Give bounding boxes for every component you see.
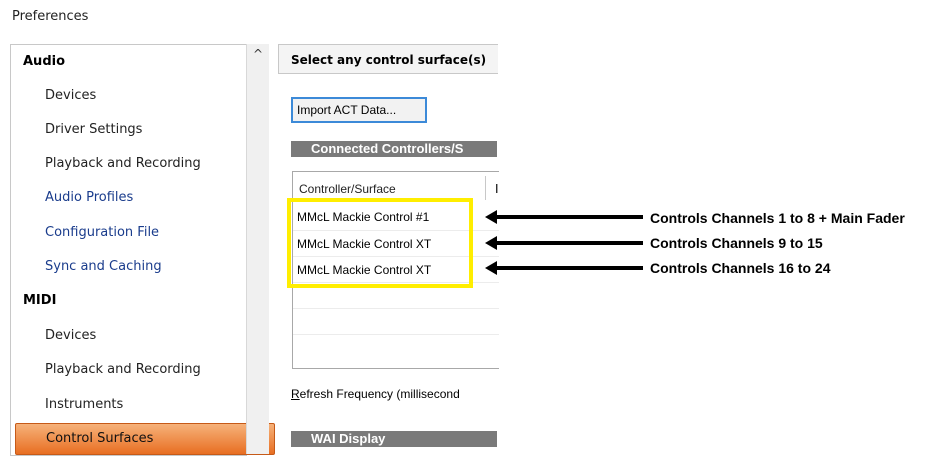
sidebar-item-audio-profiles[interactable]: Audio Profiles <box>11 181 281 215</box>
import-act-data-button[interactable]: Import ACT Data... <box>291 97 427 123</box>
annotation-arrow-line <box>495 215 643 219</box>
controllers-table[interactable]: Controller/Surface I MMcL Mackie Control… <box>292 171 499 369</box>
sidebar-item-control-surfaces[interactable]: Control Surfaces <box>15 423 275 455</box>
sidebar-item-audio-devices[interactable]: Devices <box>11 79 281 113</box>
refresh-frequency-label: Refresh Frequency (millisecond <box>291 387 501 401</box>
sidebar-header-audio[interactable]: Audio <box>11 45 259 79</box>
sidebar-item-instruments[interactable]: Instruments <box>11 388 281 422</box>
sidebar-scrollbar[interactable]: ^ <box>246 44 269 454</box>
sidebar-item-midi-devices[interactable]: Devices <box>11 319 281 353</box>
table-row-label: MMcL Mackie Control XT <box>297 237 432 251</box>
annotation-arrow-line <box>495 241 643 245</box>
preferences-sidebar: Audio Devices Driver Settings Playback a… <box>10 44 275 456</box>
sidebar-header-midi[interactable]: MIDI <box>11 284 259 318</box>
column-header-second[interactable]: I <box>495 182 499 196</box>
connected-controllers-section: Connected Controllers/S <box>291 141 497 157</box>
window-title: Preferences <box>12 9 89 24</box>
table-row-empty[interactable] <box>293 282 499 308</box>
table-row-empty[interactable] <box>293 308 499 334</box>
scroll-up-icon[interactable]: ^ <box>247 44 269 64</box>
panel-header: Select any control surface(s) <box>278 44 498 74</box>
refresh-accelerator: R <box>291 387 300 401</box>
column-header-controller-surface[interactable]: Controller/Surface <box>299 182 396 196</box>
annotation-text-1: Controls Channels 1 to 8 + Main Fader <box>650 210 905 226</box>
refresh-label-text: efresh Frequency (millisecond <box>299 387 460 401</box>
sidebar-item-sync-caching[interactable]: Sync and Caching <box>11 250 281 284</box>
table-row[interactable]: MMcL Mackie Control #1 <box>293 204 499 230</box>
annotation-text-2: Controls Channels 9 to 15 <box>650 235 823 251</box>
annotation-arrow-line <box>495 266 643 270</box>
sidebar-item-midi-playback-recording[interactable]: Playback and Recording <box>11 353 281 387</box>
wai-display-section: WAI Display <box>291 431 497 447</box>
table-row-label: MMcL Mackie Control XT <box>297 263 432 277</box>
table-row-label: MMcL Mackie Control #1 <box>297 210 430 224</box>
table-row[interactable]: MMcL Mackie Control XT <box>293 230 499 256</box>
table-row[interactable]: MMcL Mackie Control XT <box>293 256 499 282</box>
table-row-empty[interactable] <box>293 334 499 360</box>
column-separator[interactable] <box>485 176 486 200</box>
annotation-text-3: Controls Channels 16 to 24 <box>650 260 831 276</box>
sidebar-item-configuration-file[interactable]: Configuration File <box>11 216 281 250</box>
sidebar-item-audio-playback-recording[interactable]: Playback and Recording <box>11 147 281 181</box>
sidebar-item-driver-settings[interactable]: Driver Settings <box>11 113 281 147</box>
